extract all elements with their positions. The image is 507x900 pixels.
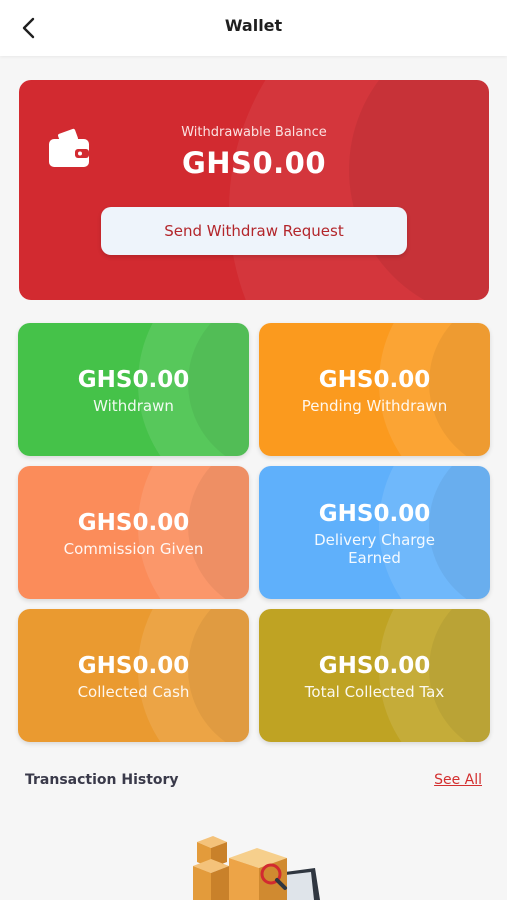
commission-given-card: GHS0.00 Commission Given — [18, 466, 249, 599]
delivery-charge-card: GHS0.00 Delivery Charge Earned — [259, 466, 490, 599]
pending-withdrawn-card: GHS0.00 Pending Withdrawn — [259, 323, 490, 456]
commission-given-label: Commission Given — [63, 540, 204, 558]
transaction-history-title: Transaction History — [25, 772, 179, 788]
total-collected-tax-label: Total Collected Tax — [304, 683, 445, 701]
send-withdraw-request-button[interactable]: Send Withdraw Request — [101, 207, 407, 255]
delivery-charge-label-line1: Delivery Charge — [314, 531, 435, 549]
see-all-link[interactable]: See All — [434, 772, 482, 788]
balance-amount: GHS0.00 — [181, 146, 326, 180]
app-header: Wallet — [0, 0, 507, 56]
total-collected-tax-card: GHS0.00 Total Collected Tax — [259, 609, 490, 742]
boxes-illustration — [193, 836, 320, 900]
collected-cash-label: Collected Cash — [77, 683, 190, 701]
withdrawn-card: GHS0.00 Withdrawn — [18, 323, 249, 456]
balance-card: Withdrawable Balance GHS0.00 Send Withdr… — [19, 80, 489, 300]
pending-withdrawn-label: Pending Withdrawn — [301, 397, 448, 415]
commission-given-amount: GHS0.00 — [77, 510, 190, 536]
pending-withdrawn-amount: GHS0.00 — [318, 367, 431, 393]
page-title: Wallet — [224, 16, 283, 35]
collected-cash-amount: GHS0.00 — [77, 653, 190, 679]
balance-label: Withdrawable Balance — [181, 125, 327, 140]
withdrawn-amount: GHS0.00 — [77, 367, 190, 393]
delivery-charge-label-line2: Earned — [348, 549, 401, 567]
delivery-charge-amount: GHS0.00 — [318, 501, 431, 527]
total-collected-tax-amount: GHS0.00 — [318, 653, 431, 679]
collected-cash-card: GHS0.00 Collected Cash — [18, 609, 249, 742]
withdrawn-label: Withdrawn — [93, 397, 174, 415]
